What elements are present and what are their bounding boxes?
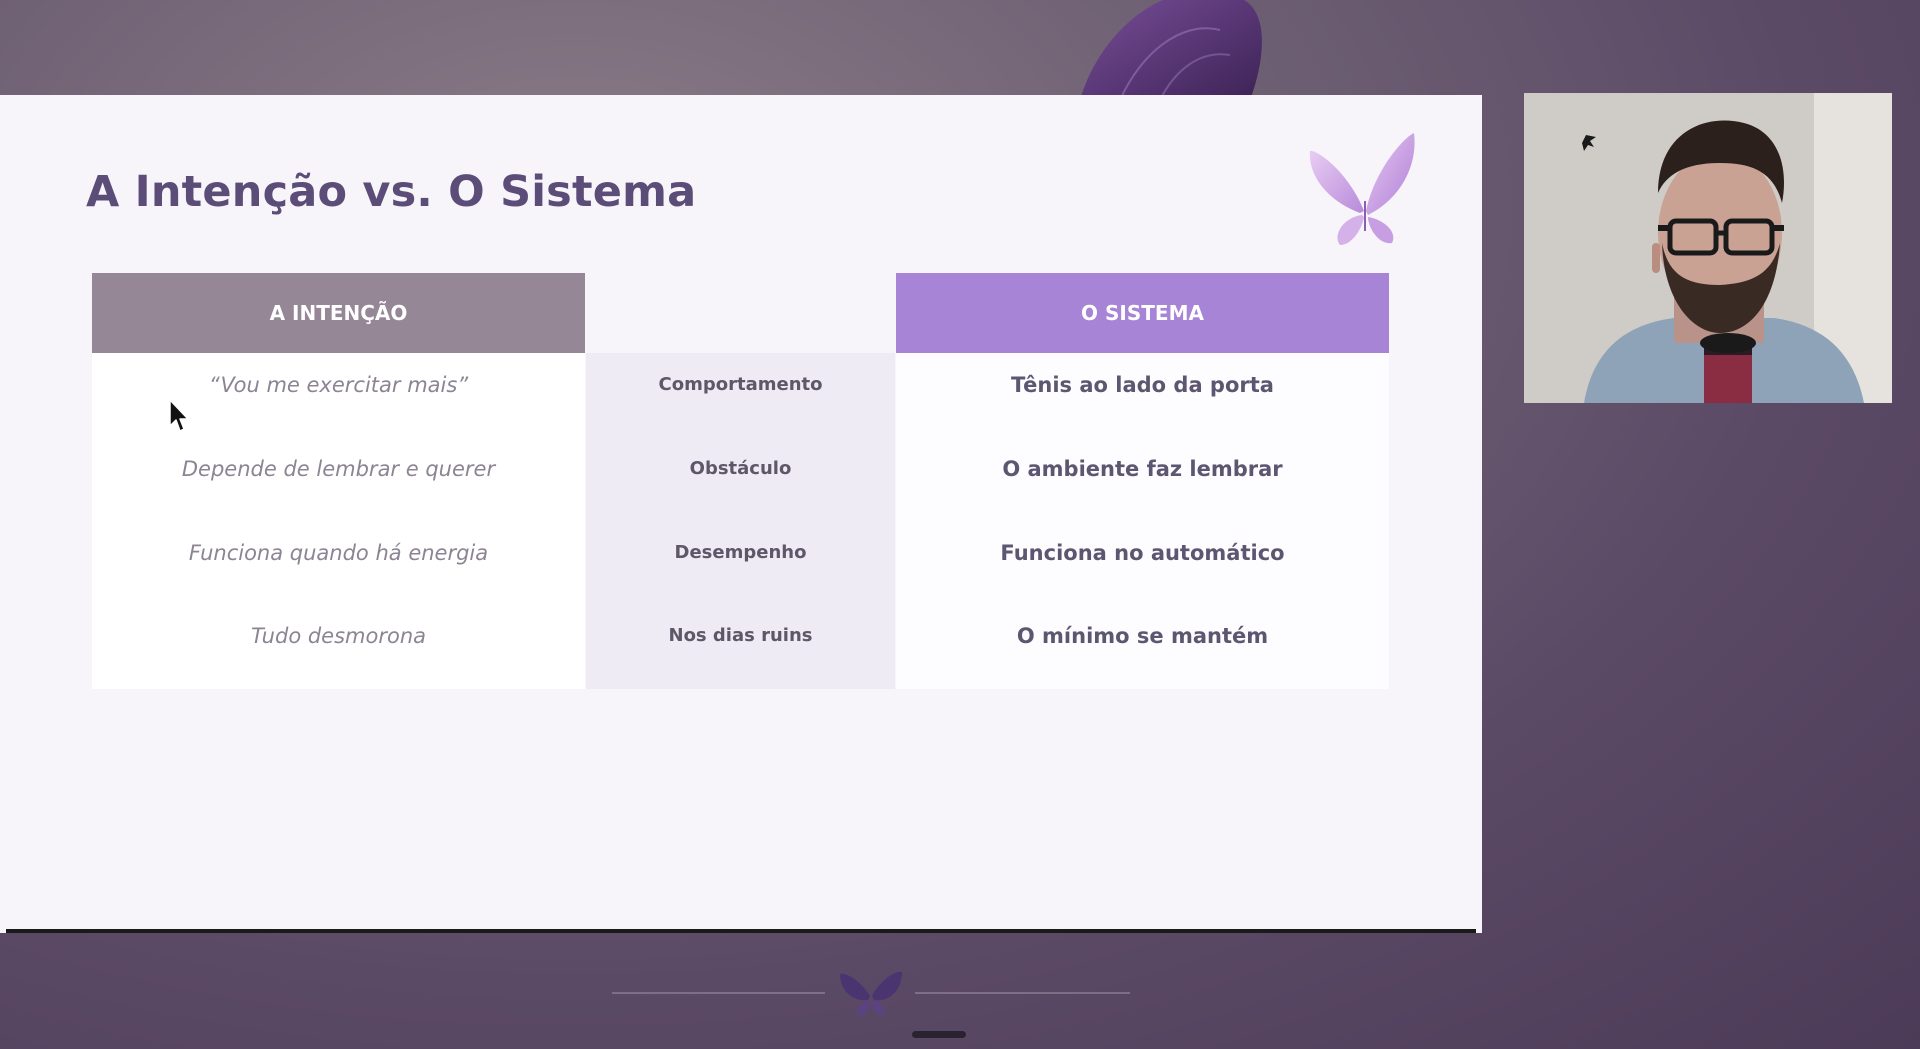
- mouse-cursor-icon: [169, 399, 189, 432]
- slide-bottom-border: [6, 929, 1476, 933]
- system-cell: O mínimo se mantém: [1016, 624, 1269, 648]
- criterion-cell: Obstáculo: [689, 458, 792, 479]
- presenter-video-frame: [1524, 93, 1892, 403]
- intention-cell: Tudo desmorona: [250, 624, 427, 648]
- system-cell: O ambiente faz lembrar: [1002, 457, 1283, 481]
- webcam-video: [1524, 93, 1892, 403]
- system-column: O SISTEMA Tênis ao lado da porta O ambie…: [896, 273, 1389, 689]
- home-indicator: [912, 1031, 966, 1038]
- background-butterfly-icon: [1080, 0, 1262, 100]
- criterion-cell: Comportamento: [658, 374, 823, 395]
- system-cell: Tênis ao lado da porta: [1011, 373, 1274, 397]
- butterfly-icon: [840, 971, 902, 1016]
- system-cell: Funciona no automático: [1000, 541, 1285, 565]
- intention-cell: “Vou me exercitar mais”: [208, 373, 469, 397]
- criterion-cell: Nos dias ruins: [668, 625, 813, 646]
- criteria-column: Comportamento Obstáculo Desempenho Nos d…: [586, 273, 895, 689]
- criteria-header-spacer: [586, 273, 895, 353]
- presentation-slide: A Intenção vs. O Sistema A INTENÇÃO “Vou…: [0, 95, 1482, 933]
- intention-cell: Depende de lembrar e querer: [181, 457, 496, 481]
- bottom-butterfly-ornament: [612, 971, 1130, 1016]
- butterfly-icon: [1309, 133, 1415, 245]
- intention-cell: Funciona quando há energia: [188, 541, 489, 565]
- comparison-table: A INTENÇÃO “Vou me exercitar mais” Depen…: [92, 273, 1389, 689]
- intention-header: A INTENÇÃO: [92, 273, 585, 353]
- criterion-cell: Desempenho: [674, 542, 807, 563]
- intention-column: A INTENÇÃO “Vou me exercitar mais” Depen…: [92, 273, 585, 689]
- slide-title: A Intenção vs. O Sistema: [86, 167, 697, 217]
- system-header: O SISTEMA: [896, 273, 1389, 353]
